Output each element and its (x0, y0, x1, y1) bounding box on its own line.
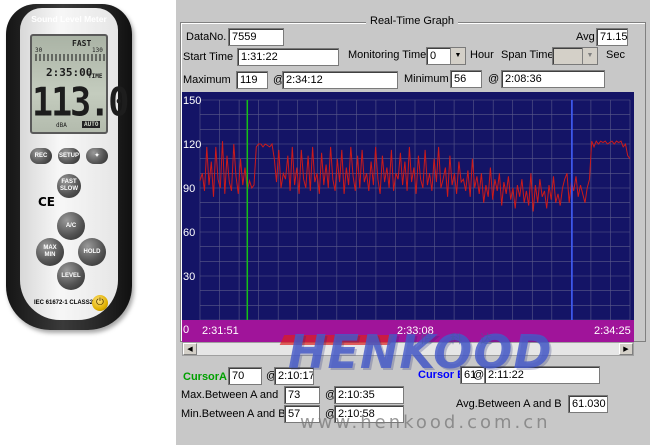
data-no-label: DataNo. (186, 31, 227, 43)
cursor-b-time-field[interactable]: 2:11:22 (484, 366, 600, 384)
minimum-label: Minimum (404, 73, 449, 85)
start-time-label: Start Time (183, 51, 234, 63)
maximum-label: Maximum (183, 74, 231, 86)
meter-title: Sound Level Meter (31, 14, 107, 24)
cursor-a-value-field[interactable]: 70 (228, 367, 262, 385)
cursor-b-label: Cursor B (418, 369, 466, 381)
meter-rec-button: REC (30, 148, 52, 164)
meter-fast-slow-button: FAST SLOW (57, 174, 81, 198)
graph-group-title: Real-Time Graph (366, 15, 458, 27)
chart-svg: 150 120 90 60 30 0 2:31:51 2:33:08 2:34:25 (182, 92, 634, 342)
data-no-field[interactable]: 7559 (228, 28, 284, 46)
hour-label: Hour (470, 49, 494, 61)
lightbulb-icon: ✦ (94, 152, 100, 159)
meter-lcd: FAST 30 130 2:35:00 TIME 113.0 dBA AUTO (30, 34, 129, 134)
x-tick-label: 2:31:51 (202, 325, 239, 337)
x-tick-label: 2:34:25 (594, 325, 631, 337)
y-tick-label: 0 (183, 324, 189, 336)
y-tick-label: 30 (183, 271, 195, 283)
scroll-right-icon[interactable]: ▶ (619, 343, 633, 355)
lcd-unit: dBA (56, 122, 67, 129)
power-icon: ⏻ (92, 295, 108, 311)
meter-max-min-button: MAX MIN (36, 238, 64, 266)
monitoring-time-select[interactable]: 0 ▼ (426, 47, 466, 65)
avg-between-label: Avg.Between A and B (456, 398, 562, 410)
meter-level-button: LEVEL (57, 262, 85, 290)
y-tick-label: 120 (183, 139, 201, 151)
max-between-value-field[interactable]: 73 (284, 386, 320, 404)
meter-backlight-button: ✦ (86, 148, 108, 164)
span-time-label: Span Time (501, 49, 554, 61)
meter-hold-button: HOLD (78, 238, 106, 266)
scroll-left-icon[interactable]: ◀ (183, 343, 197, 355)
cursor-a-label: CursorA (183, 371, 228, 383)
realtime-graph-window: Real-Time Graph DataNo. 7559 Avg 71.15 S… (176, 0, 650, 445)
meter-class-label: IEC 61672-1 CLASS2 (34, 300, 94, 306)
start-time-field[interactable]: 1:31:22 (237, 48, 339, 66)
maximum-time-field[interactable]: 2:34:12 (282, 71, 398, 89)
monitoring-time-label: Monitoring Time (348, 49, 427, 61)
sec-label: Sec (606, 49, 625, 61)
maximum-field[interactable]: 119 (236, 71, 268, 89)
cursor-a-time-field[interactable]: 2:10:17 (274, 367, 314, 385)
y-tick-label: 150 (183, 95, 201, 107)
avg-between-value-field[interactable]: 61.030 (568, 395, 608, 413)
cursor-b-at-symbol: @ (473, 369, 485, 381)
span-time-select[interactable]: ▼ (552, 47, 598, 65)
chevron-down-icon[interactable]: ▼ (450, 48, 465, 64)
y-tick-label: 90 (183, 183, 195, 195)
meter-ac-button: A/C (57, 212, 85, 240)
minimum-field[interactable]: 56 (450, 70, 482, 88)
lcd-level-reading: 113.0 (32, 80, 129, 126)
avg-field[interactable]: 71.15 (596, 28, 628, 46)
meter-setup-button: SETUP (58, 148, 80, 164)
lcd-time-label: TIME (88, 73, 103, 80)
x-tick-label: 2:33:08 (397, 325, 434, 337)
realtime-line-chart[interactable]: 150 120 90 60 30 0 2:31:51 2:33:08 2:34:25 (182, 92, 634, 342)
lcd-time: 2:35:00 (46, 66, 93, 79)
max-between-label: Max.Between A and (181, 389, 279, 401)
min-between-label: Min.Between A and B (181, 408, 286, 420)
max-between-time-field[interactable]: 2:10:35 (334, 386, 404, 404)
lcd-bargraph (35, 54, 105, 61)
lcd-auto-badge: AUTO (82, 121, 101, 128)
chevron-down-icon[interactable]: ▼ (582, 48, 597, 64)
y-tick-label: 60 (183, 227, 195, 239)
sound-level-meter-photo: Sound Level Meter FAST 30 130 2:35:00 TI… (0, 0, 176, 445)
ce-mark: CE (38, 195, 56, 209)
minimum-at-symbol: @ (488, 73, 500, 85)
monitoring-time-value: 0 (430, 50, 437, 62)
minimum-time-field[interactable]: 2:08:36 (501, 70, 605, 88)
avg-label: Avg (576, 31, 595, 43)
lcd-mode: FAST (72, 39, 92, 48)
chart-horizontal-scrollbar[interactable]: ◀ ▶ (182, 342, 634, 356)
min-between-value-field[interactable]: 57 (284, 405, 320, 423)
lcd-range-high: 130 (92, 47, 103, 54)
lcd-range-low: 30 (35, 47, 43, 54)
min-between-time-field[interactable]: 2:10:58 (334, 405, 404, 423)
